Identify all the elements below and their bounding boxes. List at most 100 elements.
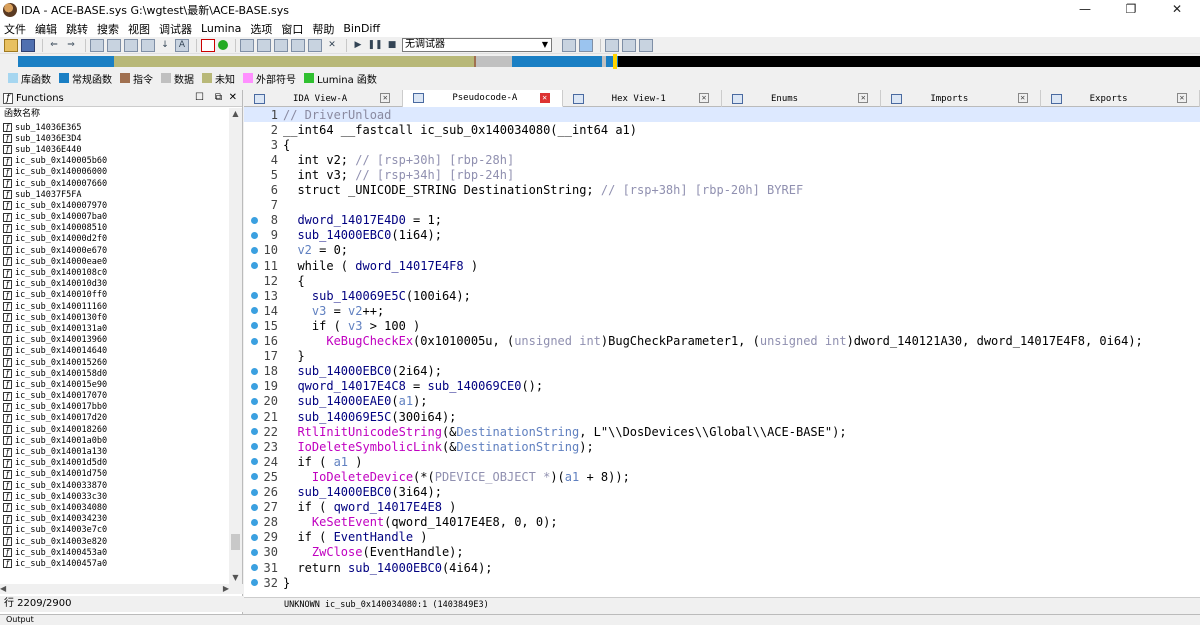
breakpoint-dot-icon[interactable] <box>251 231 258 239</box>
toolbar-tool-icon[interactable] <box>308 38 322 52</box>
function-row[interactable]: f ic_sub_0x140018260 <box>0 424 228 435</box>
open-file-icon[interactable] <box>4 38 18 52</box>
function-row[interactable]: f ic_sub_0x140007660 <box>0 178 228 189</box>
tab-close-icon[interactable]: ✕ <box>698 93 709 103</box>
function-row[interactable]: f ic_sub_0x14001a130 <box>0 446 228 457</box>
code-line[interactable]: 4 int v2; // [rsp+30h] [rbp-28h] <box>244 152 1200 167</box>
tab-close-icon[interactable]: ✕ <box>858 93 869 103</box>
function-row[interactable]: f ic_sub_0x140017070 <box>0 391 228 402</box>
menu-item[interactable]: 调试器 <box>159 21 192 37</box>
scroll-right-icon[interactable]: ▶ <box>223 584 229 593</box>
stop-icon[interactable]: ■ <box>385 39 399 52</box>
tab-close-icon[interactable]: ✕ <box>1017 93 1028 103</box>
menu-item[interactable]: 视图 <box>128 21 150 37</box>
code-line[interactable]: 14 v3 = v2++; <box>244 303 1200 318</box>
code-line[interactable]: 17 } <box>244 349 1200 364</box>
pane-menu-icon[interactable]: ☐ <box>195 92 204 103</box>
pause-icon[interactable]: ❚❚ <box>367 39 382 52</box>
breakpoint-dot-icon[interactable] <box>251 337 258 345</box>
green-circle-icon[interactable] <box>218 40 228 50</box>
menu-item[interactable]: 编辑 <box>35 21 57 37</box>
code-line[interactable]: 19 qword_14017E4C8 = sub_140069CE0(); <box>244 379 1200 394</box>
function-row[interactable]: f ic_sub_0x14001a0b0 <box>0 435 228 446</box>
toolbar-tool-icon[interactable] <box>562 38 576 52</box>
code-line[interactable]: 26 sub_14000EBC0(3i64); <box>244 485 1200 500</box>
down-arrow-icon[interactable]: ↓ <box>158 39 172 52</box>
breakpoint-dot-icon[interactable] <box>251 579 258 587</box>
code-line[interactable]: 2 __int64 __fastcall ic_sub_0x140034080(_… <box>244 122 1200 137</box>
function-row[interactable]: f ic_sub_0x140034230 <box>0 514 228 525</box>
breakpoint-dot-icon[interactable] <box>251 367 258 375</box>
function-row[interactable]: f ic_sub_0x140007970 <box>0 200 228 211</box>
minimize-button[interactable]: — <box>1062 0 1108 20</box>
code-line[interactable]: 30 ZwClose(EventHandle); <box>244 545 1200 560</box>
code-line[interactable]: 18 sub_14000EBC0(2i64); <box>244 364 1200 379</box>
code-line[interactable]: 24 if ( a1 ) <box>244 454 1200 469</box>
function-row[interactable]: f ic_sub_0x140015e90 <box>0 379 228 390</box>
text-tool-icon[interactable]: A <box>175 38 189 52</box>
code-line[interactable]: 9 sub_14000EBC0(1i64); <box>244 228 1200 243</box>
pane-float-icon[interactable]: ⧉ <box>215 92 222 103</box>
breakpoint-dot-icon[interactable] <box>251 473 258 481</box>
tab-close-icon[interactable]: ✕ <box>380 93 391 103</box>
menu-item[interactable]: 搜索 <box>97 21 119 37</box>
forward-icon[interactable]: ⇒ <box>64 39 78 52</box>
function-row[interactable]: f ic_sub_0x140033c30 <box>0 491 228 502</box>
code-line[interactable]: 8 dword_14017E4D0 = 1; <box>244 213 1200 228</box>
function-row[interactable]: f sub_14036E365 <box>0 122 228 133</box>
function-row[interactable]: f ic_sub_0x140006000 <box>0 167 228 178</box>
function-row[interactable]: f ic_sub_0x140013960 <box>0 335 228 346</box>
code-line[interactable]: 28 KeSetEvent(qword_14017E4E8, 0, 0); <box>244 515 1200 530</box>
play-icon[interactable]: ▶ <box>351 39 365 52</box>
menu-item[interactable]: 窗口 <box>281 21 303 37</box>
function-row[interactable]: f ic_sub_0x140034080 <box>0 502 228 513</box>
code-line[interactable]: 5 int v3; // [rsp+34h] [rbp-24h] <box>244 167 1200 182</box>
code-line[interactable]: 12 { <box>244 273 1200 288</box>
code-line[interactable]: 22 RtlInitUnicodeString(&DestinationStri… <box>244 424 1200 439</box>
code-line[interactable]: 27 if ( qword_14017E4E8 ) <box>244 500 1200 515</box>
function-row[interactable]: f ic_sub_0x14003e7c0 <box>0 525 228 536</box>
functions-scrollbar[interactable]: ▲ ▼ <box>229 108 242 584</box>
function-row[interactable]: f ic_sub_0x140015260 <box>0 357 228 368</box>
breakpoint-dot-icon[interactable] <box>251 428 258 436</box>
function-row[interactable]: f ic_sub_0x140017d20 <box>0 413 228 424</box>
toolbar-tool-icon[interactable] <box>90 38 104 52</box>
function-row[interactable]: f ic_sub_0x140010ff0 <box>0 290 228 301</box>
tab[interactable]: Exports ✕ <box>1041 90 1200 107</box>
breakpoint-dot-icon[interactable] <box>251 307 258 315</box>
breakpoint-dot-icon[interactable] <box>251 488 258 496</box>
function-row[interactable]: f ic_sub_0x14000e670 <box>0 245 228 256</box>
toolbar-tool-icon[interactable] <box>622 38 636 52</box>
save-icon[interactable] <box>21 38 35 52</box>
breakpoint-dot-icon[interactable] <box>251 518 258 526</box>
function-row[interactable]: f ic_sub_0x1400457a0 <box>0 558 228 569</box>
function-row[interactable]: f ic_sub_0x14000d2f0 <box>0 234 228 245</box>
scroll-left-icon[interactable]: ◀ <box>0 584 6 593</box>
tab-close-icon[interactable]: ✕ <box>539 93 550 103</box>
code-line[interactable]: 23 IoDeleteSymbolicLink(&DestinationStri… <box>244 439 1200 454</box>
toolbar-tool-icon[interactable] <box>639 38 653 52</box>
function-row[interactable]: f ic_sub_0x1400131a0 <box>0 323 228 334</box>
breakpoint-dot-icon[interactable] <box>251 292 258 300</box>
function-row[interactable]: f sub_14037F5FA <box>0 189 228 200</box>
breakpoint-dot-icon[interactable] <box>251 262 258 270</box>
back-icon[interactable]: ⇐ <box>47 39 61 52</box>
code-line[interactable]: 6 struct _UNICODE_STRING DestinationStri… <box>244 183 1200 198</box>
code-line[interactable]: 13 sub_140069E5C(100i64); <box>244 288 1200 303</box>
code-line[interactable]: 16 KeBugCheckEx(0x1010005u, (unsigned in… <box>244 334 1200 349</box>
breakpoint-dot-icon[interactable] <box>251 503 258 511</box>
function-row[interactable]: f ic_sub_0x14003e820 <box>0 536 228 547</box>
scroll-down-icon[interactable]: ▼ <box>229 572 242 584</box>
tab[interactable]: Hex View-1 ✕ <box>563 90 722 107</box>
close-button[interactable]: ✕ <box>1154 0 1200 20</box>
pane-close-icon[interactable]: ✕ <box>229 92 237 103</box>
menu-item[interactable]: 选项 <box>250 21 272 37</box>
functions-list[interactable]: 函数名称 f sub_14036E365 f sub_14036E3D4 f sub_14… <box>0 108 228 584</box>
code-line[interactable]: 3{ <box>244 137 1200 152</box>
function-row[interactable]: f sub_14036E3D4 <box>0 133 228 144</box>
code-line[interactable]: 32} <box>244 575 1200 590</box>
function-row[interactable]: f ic_sub_0x14000eae0 <box>0 256 228 267</box>
menu-item[interactable]: Lumina <box>201 22 241 35</box>
breakpoint-dot-icon[interactable] <box>251 246 258 254</box>
tab[interactable]: Enums ✕ <box>722 90 882 107</box>
